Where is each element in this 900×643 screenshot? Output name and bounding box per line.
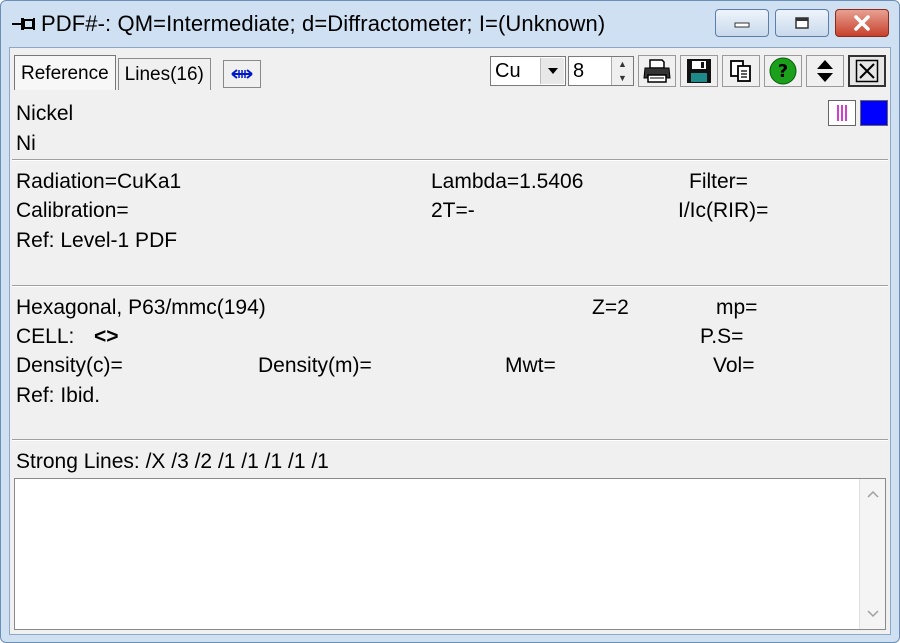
app-window: PDF#-: QM=Intermediate; d=Diffractometer… <box>0 0 900 643</box>
crystal-ref: Ref: Ibid. <box>16 384 101 407</box>
svg-text:?: ? <box>778 61 788 82</box>
expand-width-button[interactable] <box>222 60 261 88</box>
restore-button[interactable] <box>775 9 829 37</box>
up-down-arrows-icon <box>817 60 833 82</box>
volume-text: Vol= <box>713 354 755 377</box>
filter-text: Filter= <box>689 170 748 193</box>
radiation-select-value: Cu <box>495 59 521 82</box>
substance-formula: Ni <box>16 132 36 155</box>
client-area: Reference Lines(16) Cu 8 ▲ ▼ ? Nickel Ni… <box>9 47 891 635</box>
dropdown-arrow-icon[interactable] <box>540 58 564 84</box>
close-box-icon <box>855 59 879 83</box>
scroll-up-icon[interactable] <box>860 481 886 507</box>
spin-down-icon[interactable]: ▼ <box>612 71 633 85</box>
spin-up-icon[interactable]: ▲ <box>612 57 633 71</box>
scroll-down-icon[interactable] <box>860 601 886 627</box>
radiation-text: Radiation=CuKa1 <box>16 170 182 193</box>
molecular-weight: Mwt= <box>505 354 556 377</box>
help-icon: ? <box>769 57 797 85</box>
help-button[interactable]: ? <box>764 55 802 87</box>
strong-lines: Strong Lines: /X /3 /2 /1 /1 /1 /1 /1 <box>16 450 329 473</box>
calibration-text: Calibration= <box>16 199 129 222</box>
title-bar[interactable]: PDF#-: QM=Intermediate; d=Diffractometer… <box>9 1 891 47</box>
crystal-system: Hexagonal, P63/mmc(194) <box>16 296 266 319</box>
density-calculated: Density(c)= <box>16 354 123 377</box>
tab-lines[interactable]: Lines(16) <box>117 58 211 90</box>
divider <box>12 285 888 287</box>
close-icon <box>854 15 870 31</box>
toolbar: Cu 8 ▲ ▼ ? <box>490 54 886 88</box>
tab-reference[interactable]: Reference <box>14 55 116 90</box>
close-pane-button[interactable] <box>848 55 886 87</box>
tab-strip: Reference Lines(16) <box>14 54 261 90</box>
cell-value: <> <box>94 325 119 348</box>
pin-icon[interactable] <box>11 11 37 37</box>
width-arrows-icon <box>231 69 253 79</box>
digits-spinner-value: 8 <box>573 59 585 82</box>
comments-listbox[interactable] <box>14 478 886 630</box>
cell-label: CELL: <box>16 325 75 348</box>
printer-icon <box>643 59 671 83</box>
sort-button[interactable] <box>806 55 844 87</box>
rir-text: I/Ic(RIR)= <box>678 199 769 222</box>
line-color-box[interactable] <box>828 100 856 126</box>
copy-icon <box>730 60 751 82</box>
vertical-scrollbar[interactable] <box>859 479 885 629</box>
ps-text: P.S= <box>700 325 744 348</box>
window-title: PDF#-: QM=Intermediate; d=Diffractometer… <box>41 11 606 36</box>
print-button[interactable] <box>638 55 676 87</box>
digits-spinner[interactable]: 8 ▲ ▼ <box>568 56 634 86</box>
close-button[interactable] <box>835 9 889 37</box>
tab-lines-label: Lines(16) <box>124 64 204 85</box>
copy-button[interactable] <box>722 55 760 87</box>
z-value: Z=2 <box>592 296 629 319</box>
experimental-ref: Ref: Level-1 PDF <box>16 229 178 252</box>
restore-icon <box>795 17 809 29</box>
minimize-button[interactable] <box>715 9 769 37</box>
mp-text: mp= <box>716 296 758 319</box>
tab-reference-label: Reference <box>21 62 109 84</box>
density-measured: Density(m)= <box>258 354 372 377</box>
save-button[interactable] <box>680 55 718 87</box>
divider <box>12 159 888 161</box>
radiation-select[interactable]: Cu <box>490 56 566 86</box>
minimize-icon <box>734 22 750 28</box>
vertical-lines-icon <box>837 105 847 121</box>
divider <box>12 439 888 441</box>
substance-name: Nickel <box>16 102 74 125</box>
two-theta-text: 2T=- <box>431 199 475 222</box>
color-swatch[interactable] <box>860 100 888 126</box>
floppy-disk-icon <box>687 59 711 83</box>
lambda-text: Lambda=1.5406 <box>431 170 584 193</box>
